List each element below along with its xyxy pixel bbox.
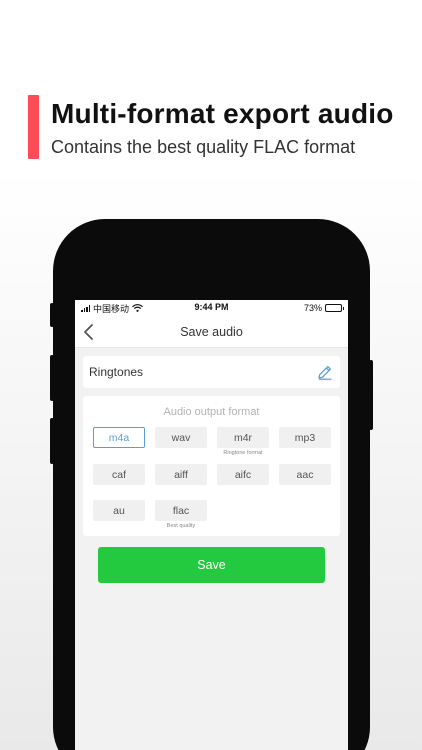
format-heading: Audio output format: [163, 406, 260, 418]
phone-screen: 中国移动 9:44 PM 73% Save audio Ringtones Au…: [75, 300, 348, 750]
format-option-wav[interactable]: wav: [155, 427, 207, 448]
format-option-aiff[interactable]: aiff: [155, 464, 207, 485]
format-option-aac[interactable]: aac: [279, 464, 331, 485]
format-note-m4r: Ringtone format: [223, 450, 263, 456]
phone-volume-up: [50, 355, 54, 401]
page-title: Save audio: [180, 324, 243, 339]
status-bar: 中国移动 9:44 PM 73%: [75, 300, 348, 316]
nav-bar: Save audio: [75, 316, 348, 348]
file-name-value: Ringtones: [89, 365, 144, 379]
promo-subtitle: Contains the best quality FLAC format: [51, 137, 356, 157]
format-option-au[interactable]: au: [93, 500, 145, 521]
phone-power-button: [369, 360, 373, 430]
pencil-icon[interactable]: [316, 363, 334, 381]
format-note-flac: Best quality: [166, 523, 196, 529]
format-card: Audio output format m4a wav m4r Ringtone fo…: [83, 396, 340, 536]
battery-icon: [325, 304, 344, 312]
save-button[interactable]: Save: [98, 547, 325, 583]
signal-icon: [81, 304, 90, 312]
format-option-m4a[interactable]: m4a: [93, 427, 145, 448]
promo-headline: Multi-format export audio Contains the b…: [28, 95, 394, 159]
format-option-mp3[interactable]: mp3: [279, 427, 331, 448]
format-option-caf[interactable]: caf: [93, 464, 145, 485]
wifi-icon: [132, 304, 143, 312]
format-option-aifc[interactable]: aifc: [217, 464, 269, 485]
battery-percent: 73%: [303, 303, 322, 313]
promo-title: Multi-format export audio: [51, 98, 394, 129]
format-option-m4r[interactable]: m4r: [217, 427, 269, 448]
file-name-card[interactable]: Ringtones: [83, 356, 340, 388]
format-option-flac[interactable]: flac: [155, 500, 207, 521]
phone-mute-switch: [50, 303, 54, 327]
phone-volume-down: [50, 418, 54, 464]
accent-bar: [28, 95, 39, 159]
chevron-left-icon[interactable]: [81, 323, 97, 341]
carrier-name: 中国移动: [93, 303, 130, 314]
